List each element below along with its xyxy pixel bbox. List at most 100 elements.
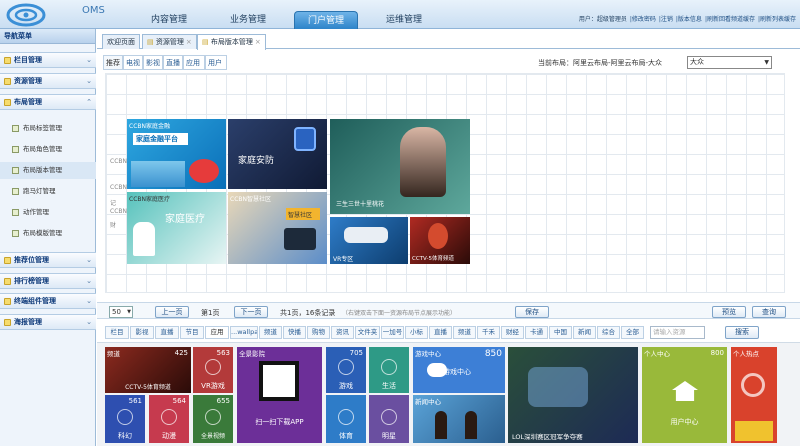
sidebar-item-layout-role[interactable]: 布局角色管理: [0, 141, 96, 158]
tile-home-medical[interactable]: CCBN家庭医疗 家庭医疗: [127, 192, 226, 264]
layout-grid-editor[interactable]: CCBN CCBN CCBN 记 财 CCBN家庭金融 家庭金融平台 家庭安防 …: [105, 73, 785, 293]
change-password-link[interactable]: |修改密码: [630, 16, 656, 23]
resource-search-input[interactable]: 请输入资源: [650, 326, 705, 339]
layout-select[interactable]: 大众 ▼: [687, 56, 772, 69]
search-button[interactable]: 搜索: [725, 326, 759, 339]
tab-movie[interactable]: 影视: [143, 55, 163, 70]
sidebar-item-layout-version[interactable]: 布局版本管理: [0, 162, 96, 179]
sidebar-section-column[interactable]: 栏目管理 ⌄: [0, 52, 96, 68]
filter-item[interactable]: 财经: [501, 326, 524, 339]
pager-bar: 50 ▼ 上一页 第1页 下一页 共1页，16条记录 （右键双击下面一资源布局节点…: [97, 302, 800, 319]
tile-caption: 动漫: [162, 432, 176, 440]
resource-app-download[interactable]: 全景影院 扫一扫下载APP: [237, 347, 322, 443]
filter-item[interactable]: 栏目: [105, 326, 129, 339]
filter-item[interactable]: 购物: [307, 326, 330, 339]
filter-item[interactable]: 综合: [597, 326, 620, 339]
tile-label: 游戏中心: [415, 350, 441, 358]
preview-button[interactable]: 预览: [712, 306, 746, 318]
filter-item[interactable]: 卡通: [525, 326, 548, 339]
tile-home-finance[interactable]: CCBN家庭金融 家庭金融平台: [127, 119, 226, 189]
next-page-button[interactable]: 下一页: [234, 306, 268, 318]
tile-home-security[interactable]: 家庭安防: [228, 119, 327, 189]
sidebar-section-resource[interactable]: 资源管理 ⌄: [0, 73, 96, 89]
main-tab-business[interactable]: 业务管理: [217, 11, 279, 29]
gamepad-icon: [205, 359, 221, 375]
page-tab-layout-version[interactable]: ▤ 布局版本管理 ×: [197, 34, 266, 50]
sidebar-item-action[interactable]: 动作管理: [0, 204, 96, 221]
page-icon: [12, 230, 19, 237]
filter-item[interactable]: 节目: [180, 326, 204, 339]
filter-item[interactable]: 文件夹: [355, 326, 380, 339]
tab-app[interactable]: 应用: [183, 55, 205, 70]
sidebar-section-widget[interactable]: 终端组件管理 ⌄: [0, 293, 96, 309]
tile-cctv5[interactable]: CCTV-5体育频道: [410, 217, 470, 264]
resource-personal-hotspot[interactable]: 个人热点: [731, 347, 777, 443]
sidebar-item-layout-template[interactable]: 布局模版管理: [0, 225, 96, 242]
filter-item[interactable]: 影视: [130, 326, 154, 339]
filter-item-active[interactable]: 应用: [205, 326, 229, 339]
filter-item[interactable]: 全部: [621, 326, 644, 339]
sidebar-section-ranking[interactable]: 排行榜管理 ⌄: [0, 273, 96, 289]
main-tab-ops[interactable]: 运维管理: [375, 11, 433, 29]
close-icon[interactable]: ×: [255, 38, 261, 46]
filter-item[interactable]: 频道: [453, 326, 476, 339]
tab-tv[interactable]: 电视: [123, 55, 143, 70]
tile-smart-community[interactable]: CCBN智慧社区 智慧社区: [228, 192, 327, 264]
panorama-icon: [205, 409, 221, 425]
page-size-select[interactable]: 50 ▼: [109, 306, 133, 318]
logout-link[interactable]: |注销: [659, 16, 673, 23]
resource-anime[interactable]: 564 动漫: [149, 395, 189, 443]
tab-user[interactable]: 用户: [205, 55, 227, 70]
filter-item[interactable]: 新闻: [573, 326, 596, 339]
version-link[interactable]: |版本信息: [676, 16, 702, 23]
save-button[interactable]: 保存: [515, 306, 549, 318]
query-button[interactable]: 查询: [752, 306, 786, 318]
resource-game-center[interactable]: 游戏中心 850 游戏中心: [413, 347, 505, 393]
resource-user-center[interactable]: 个人中心 800 用户中心: [642, 347, 727, 443]
piggy-bank-icon: [189, 159, 219, 183]
resource-sports[interactable]: 体育: [326, 395, 366, 443]
prev-page-button[interactable]: 上一页: [155, 306, 189, 318]
filter-item[interactable]: 直播: [155, 326, 179, 339]
filter-item[interactable]: 一加号: [381, 326, 404, 339]
page-tab-resource[interactable]: ▤ 资源管理 ×: [142, 34, 197, 49]
resource-cctv5[interactable]: 频道 425 CCTV-5体育频道: [105, 347, 191, 393]
filter-item[interactable]: 频道: [259, 326, 282, 339]
main-tab-content[interactable]: 内容管理: [140, 11, 198, 29]
resource-panorama-video[interactable]: 655 全景视频: [193, 395, 233, 443]
sidebar-section-label: 资源管理: [14, 77, 42, 85]
sidebar-section-recommend[interactable]: 推荐位管理 ⌄: [0, 252, 96, 268]
refresh-channel-cache-link[interactable]: |刷新回看频道缓存: [705, 16, 755, 23]
resource-life[interactable]: 生活: [369, 347, 409, 393]
resource-game[interactable]: 705 游戏: [326, 347, 366, 393]
sidebar-section-poster[interactable]: 海报管理 ⌄: [0, 314, 96, 330]
filter-item[interactable]: 直播: [429, 326, 452, 339]
page-tab-welcome[interactable]: 欢迎页面: [102, 34, 140, 49]
resource-news-center[interactable]: 新闻中心: [413, 395, 505, 443]
refresh-list-cache-link[interactable]: |刷新列表缓存: [758, 16, 796, 23]
doctor-image: [133, 222, 155, 256]
hotspot-icon: [741, 373, 765, 397]
resource-vr-game[interactable]: 563 VR游戏: [193, 347, 233, 393]
folder-icon: [4, 57, 11, 64]
filter-item[interactable]: ...wallpaper: [230, 326, 258, 339]
tab-live[interactable]: 直播: [163, 55, 183, 70]
person-image: [435, 411, 447, 439]
filter-item[interactable]: 千禾: [477, 326, 500, 339]
filter-item[interactable]: 小标: [405, 326, 428, 339]
tab-recommend[interactable]: 推荐: [103, 55, 123, 70]
main-tab-portal[interactable]: 门户管理: [294, 11, 358, 29]
tile-caption: VR游戏: [201, 382, 225, 390]
filter-item[interactable]: 快播: [283, 326, 306, 339]
tile-drama-poster[interactable]: 三生三世十里桃花: [330, 119, 470, 214]
filter-item[interactable]: 资讯: [331, 326, 354, 339]
tile-vr-zone[interactable]: VR专区: [330, 217, 408, 264]
sidebar-section-layout[interactable]: 布局管理 ⌃: [0, 94, 96, 110]
resource-scifi[interactable]: 561 科幻: [105, 395, 145, 443]
sidebar-item-marquee[interactable]: 跑马灯管理: [0, 183, 96, 200]
resource-star[interactable]: 明星: [369, 395, 409, 443]
sidebar-item-layout-tag[interactable]: 布局标签管理: [0, 120, 96, 137]
close-icon[interactable]: ×: [186, 38, 192, 46]
resource-lol-match[interactable]: LOL深圳赛区冠军争夺赛: [508, 347, 638, 443]
filter-item[interactable]: 中国: [549, 326, 572, 339]
